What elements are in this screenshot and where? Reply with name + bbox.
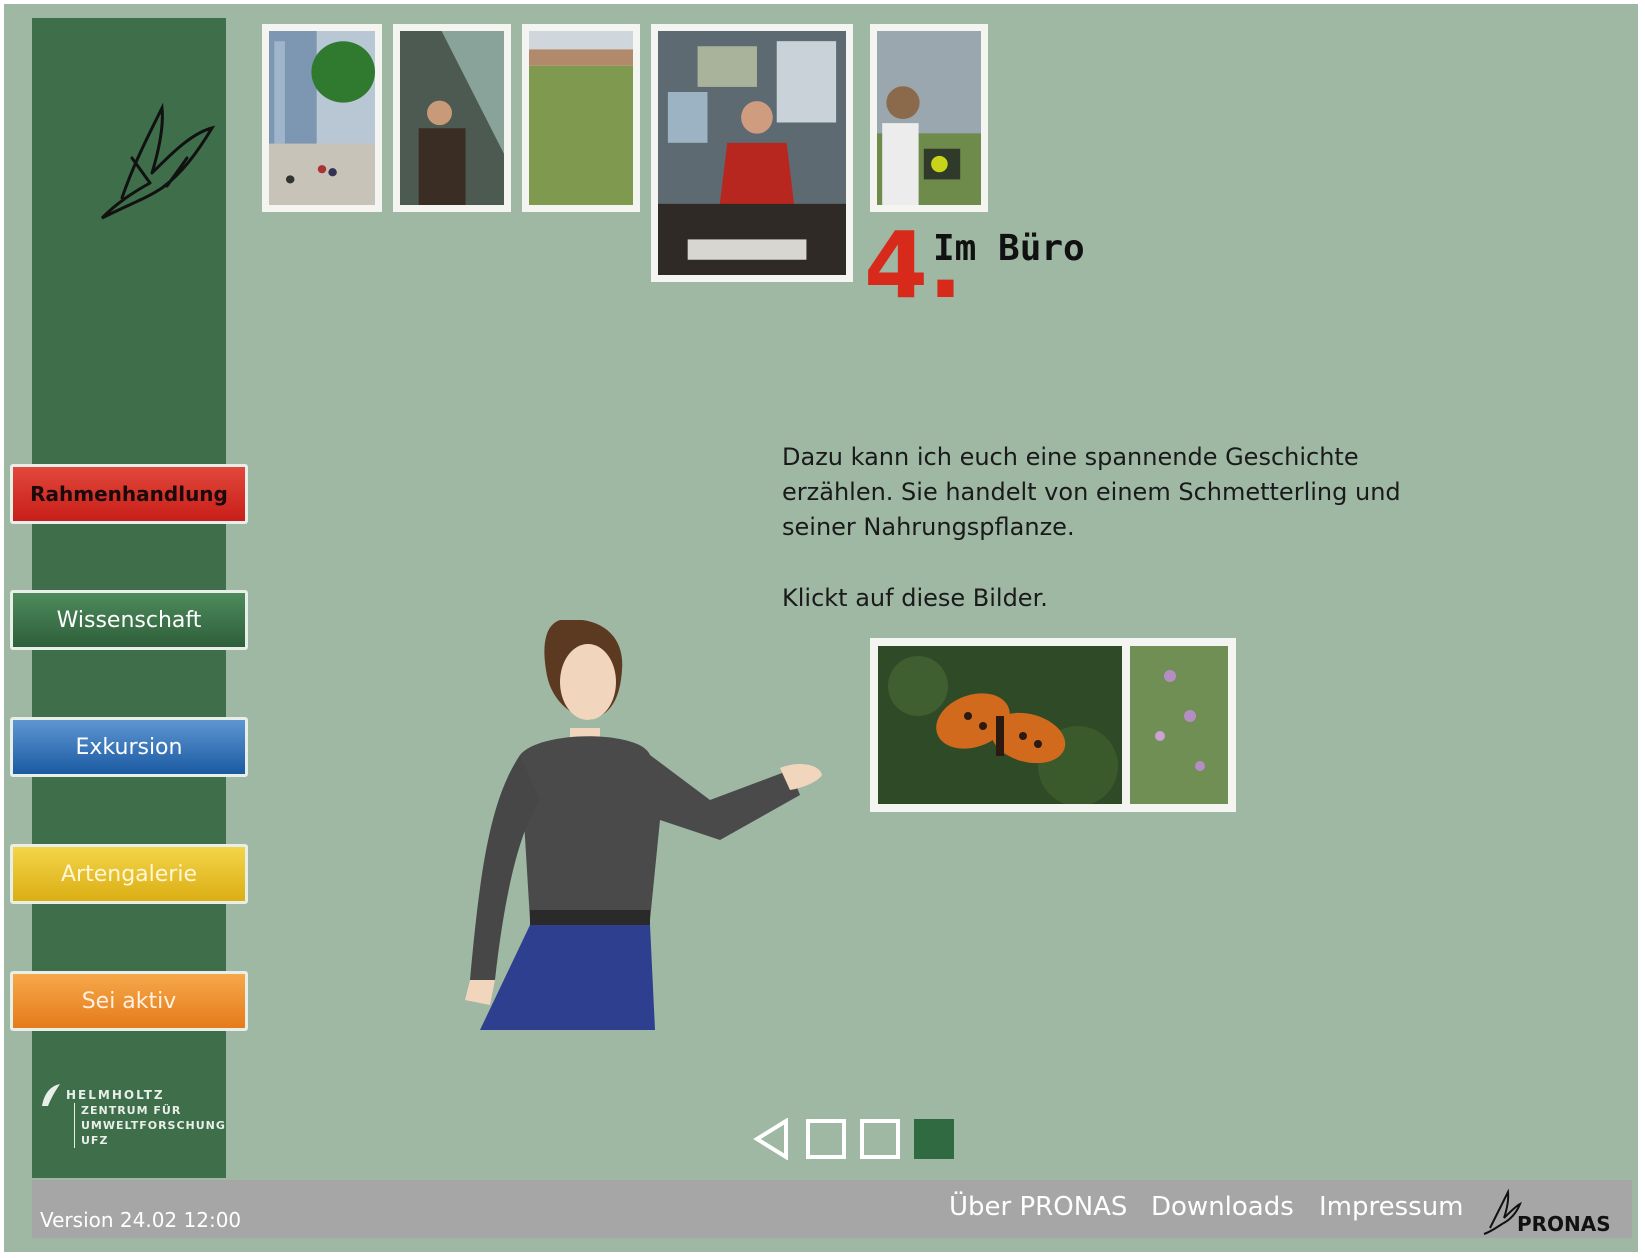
ueber-pronas-link[interactable]: Über PRONAS (949, 1192, 1127, 1222)
downloads-link[interactable]: Downloads (1151, 1192, 1294, 1222)
page-navigation (752, 1118, 954, 1160)
instruction-paragraph: Klickt auf diese Bilder. (782, 584, 1048, 612)
nav-wissenschaft-button[interactable]: Wissenschaft (10, 590, 248, 650)
page-1-button[interactable] (806, 1119, 846, 1159)
chapter-thumb-5[interactable] (870, 24, 988, 212)
footer-bar: Version 24.02 12:00 Über PRONAS Download… (32, 1180, 1632, 1238)
version-label: Version 24.02 12:00 (40, 1208, 242, 1232)
campus-photo (269, 31, 375, 205)
triangle-left-icon[interactable] (752, 1118, 792, 1160)
pronas-brand[interactable]: PRONAS (1517, 1212, 1611, 1236)
chapter-thumb-3[interactable] (522, 24, 640, 212)
helmholtz-line2: UMWELTFORSCHUNG (74, 1118, 226, 1133)
chapter-thumb-4-active[interactable] (651, 24, 853, 282)
pronas-butterfly-icon (1483, 1188, 1522, 1235)
meadow-photo (529, 31, 633, 205)
nav-sei-aktiv-button[interactable]: Sei aktiv (10, 971, 248, 1031)
story-paragraph: Dazu kann ich euch eine spannende Geschi… (782, 443, 1401, 541)
chapter-title: Im Büro (933, 228, 1085, 269)
helmholtz-line1: ZENTRUM FÜR (74, 1103, 226, 1118)
helmholtz-line3: UFZ (74, 1133, 226, 1148)
page-3-button[interactable] (914, 1119, 954, 1159)
chapter-thumb-2[interactable] (393, 24, 511, 212)
nav-rahmenhandlung-button[interactable]: Rahmenhandlung (10, 464, 248, 524)
presenter-figure (465, 620, 822, 1030)
impressum-link[interactable]: Impressum (1319, 1192, 1464, 1222)
story-pictures (870, 638, 1236, 812)
child-field-photo (877, 31, 981, 205)
office-photo (658, 31, 846, 275)
helmholtz-name: HELMHOLTZ (66, 1088, 165, 1102)
butterfly-photo[interactable] (878, 646, 1122, 804)
nav-exkursion-button[interactable]: Exkursion (10, 717, 248, 777)
page-2-button[interactable] (860, 1119, 900, 1159)
helmholtz-logo: HELMHOLTZ ZENTRUM FÜR UMWELTFORSCHUNG UF… (40, 1084, 226, 1148)
flower-photo[interactable] (1130, 646, 1228, 804)
story-text: Dazu kann ich euch eine spannende Geschi… (782, 440, 1402, 652)
chapter-thumb-1[interactable] (262, 24, 382, 212)
helmholtz-leaf-icon (42, 1084, 60, 1106)
speaker-photo (400, 31, 504, 205)
nav-artengalerie-button[interactable]: Artengalerie (10, 844, 248, 904)
butterfly-logo-icon (100, 102, 216, 220)
